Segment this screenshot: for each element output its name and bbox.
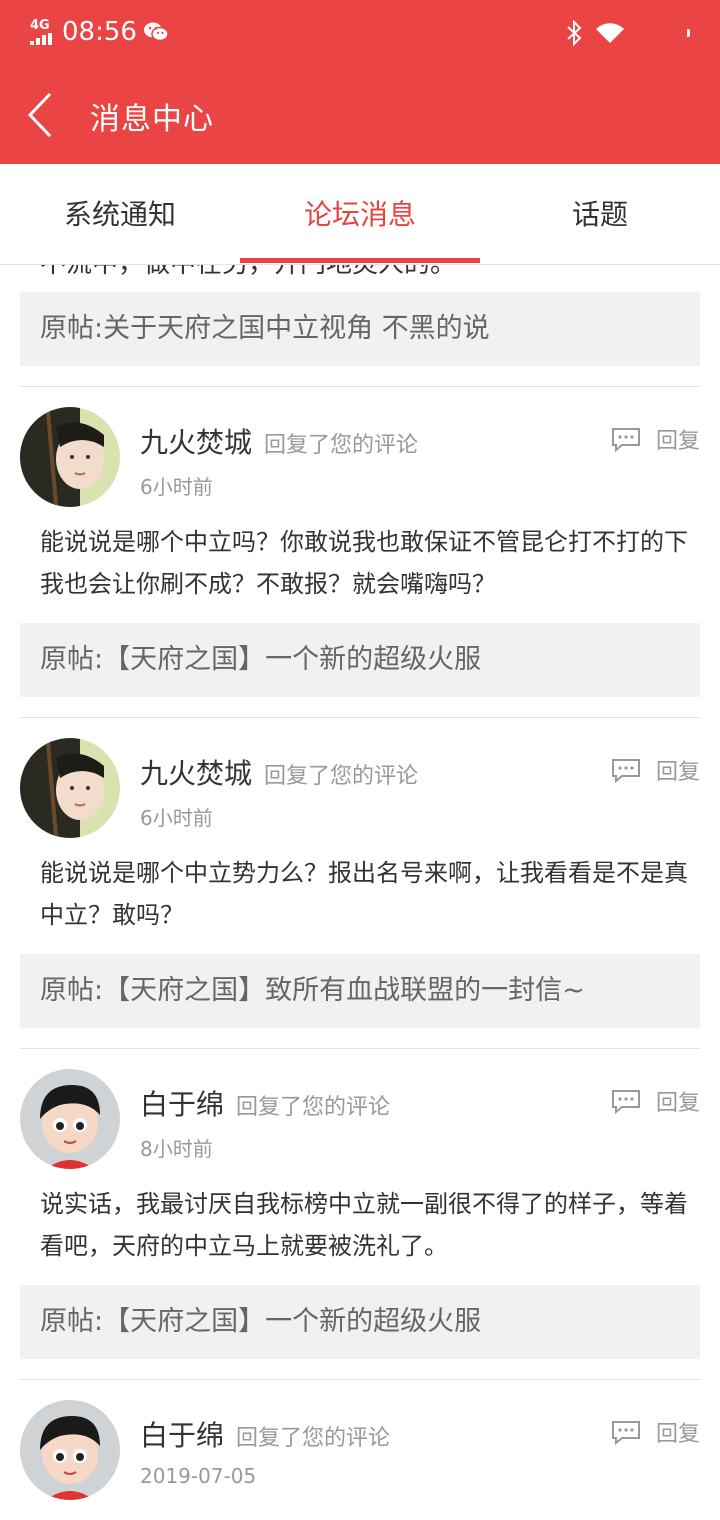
tab-topics[interactable]: 话题 (480, 164, 720, 264)
comment-icon (611, 759, 640, 783)
reply-button[interactable]: 回复 (610, 754, 700, 786)
original-post-quote[interactable]: 原帖:【天府之国】致所有血战联盟的一封信~ (20, 954, 700, 1028)
wifi-icon (596, 23, 624, 43)
wechat-icon (143, 22, 169, 42)
reply-label: 回复 (655, 1091, 700, 1116)
reply-label: 回复 (655, 429, 700, 454)
comment-icon (611, 1421, 640, 1445)
message-body: 能说说是哪个中立吗？你敢说我也敢保证不管昆仑打不打的下我也会让你刷不成？不敢报？… (40, 528, 688, 598)
avatar[interactable] (20, 1400, 120, 1500)
original-post-quote[interactable]: 原帖:【天府之国】一个新的超级火服 (20, 623, 700, 697)
username[interactable]: 九火焚城 (140, 757, 252, 790)
partial-message-body: 不流中，做中在另，开门地灵人的。 (40, 265, 456, 280)
reply-label: 回复 (655, 760, 700, 785)
action-text: 回复了您的评论 (264, 433, 419, 458)
timestamp: 6小时前 (140, 806, 213, 830)
divider (20, 717, 700, 718)
tab-bar: 系统通知 论坛消息 话题 (0, 164, 720, 265)
username[interactable]: 九火焚城 (140, 426, 252, 459)
comment-icon (611, 428, 640, 452)
reply-label: 回复 (655, 1422, 700, 1447)
chevron-left-icon[interactable] (26, 90, 66, 140)
comment-icon (611, 1090, 640, 1114)
reply-button[interactable]: 回复 (610, 1416, 700, 1448)
tab-system-notice[interactable]: 系统通知 (0, 164, 240, 264)
active-tab-indicator (240, 258, 480, 263)
action-text: 回复了您的评论 (236, 1426, 391, 1451)
page-title: 消息中心 (90, 102, 214, 137)
message-list[interactable]: 不流中，做中在另，开门地灵人的。 原帖:关于天府之国中立视角 不黑的说 九火焚城… (0, 265, 720, 1520)
divider (20, 386, 700, 387)
status-time: 08:56 (62, 17, 137, 47)
original-post-quote[interactable]: 原帖:关于天府之国中立视角 不黑的说 (20, 292, 700, 366)
username[interactable]: 白于绵 (140, 1419, 224, 1452)
avatar[interactable] (20, 1069, 120, 1169)
message-body: 说实话，我最讨厌自我标榜中立就一副很不得了的样子，等着看吧，天府的中立马上就要被… (40, 1190, 688, 1260)
status-bar: 4G 08:56 49 (0, 0, 720, 178)
network-type: 4G (30, 17, 50, 33)
action-text: 回复了您的评论 (264, 764, 419, 789)
bluetooth-icon (567, 20, 582, 46)
tab-forum-messages[interactable]: 论坛消息 (240, 164, 480, 264)
avatar[interactable] (20, 738, 120, 838)
original-post-quote[interactable]: 原帖:【天府之国】一个新的超级火服 (20, 1285, 700, 1359)
header: 消息中心 (0, 66, 720, 164)
timestamp: 8小时前 (140, 1137, 213, 1161)
reply-button[interactable]: 回复 (610, 1085, 700, 1117)
username[interactable]: 白于绵 (140, 1088, 224, 1121)
reply-button[interactable]: 回复 (610, 423, 700, 455)
battery-icon: 49 (638, 22, 720, 178)
timestamp: 2019-07-05 (140, 1464, 257, 1488)
action-text: 回复了您的评论 (236, 1095, 391, 1120)
timestamp: 6小时前 (140, 475, 213, 499)
divider (20, 1379, 700, 1380)
divider (20, 1048, 700, 1049)
signal-icon: 4G (30, 17, 52, 45)
avatar[interactable] (20, 407, 120, 507)
message-body: 能说说是哪个中立势力么？报出名号来啊，让我看看是不是真中立？敢吗？ (40, 859, 688, 929)
